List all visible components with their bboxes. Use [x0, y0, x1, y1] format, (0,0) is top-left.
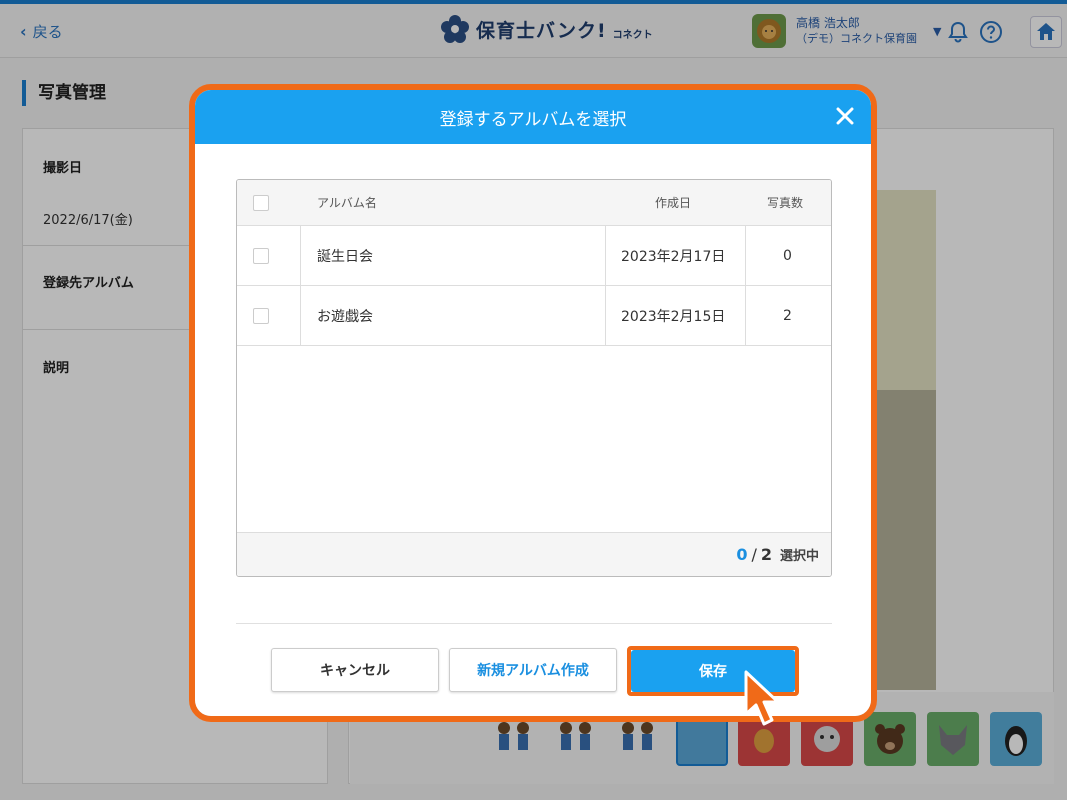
table-row[interactable]: お遊戯会 2023年2月15日 2: [237, 286, 831, 346]
table-row[interactable]: 誕生日会 2023年2月17日 0: [237, 226, 831, 286]
row-checkbox[interactable]: [253, 307, 269, 324]
album-created-date: 2023年2月15日: [621, 308, 726, 325]
album-photo-count: 2: [783, 307, 792, 324]
column-divider: [300, 286, 301, 345]
row-checkbox[interactable]: [253, 247, 269, 264]
column-divider: [745, 226, 746, 285]
column-divider: [605, 226, 606, 285]
select-all-checkbox[interactable]: [253, 194, 269, 211]
selection-counter: 0 / 2 選択中: [736, 545, 819, 564]
album-created-date: 2023年2月17日: [621, 248, 726, 265]
album-table: アルバム名 作成日 写真数 誕生日会 2023年2月17日 0 お遊戯会 202…: [236, 179, 832, 577]
album-photo-count: 0: [783, 247, 792, 264]
column-header-created: 作成日: [655, 196, 692, 210]
row-checkbox-cell: [253, 286, 283, 345]
table-footer: 0 / 2 選択中: [237, 532, 831, 576]
column-header-name: アルバム名: [317, 196, 377, 210]
selected-count: 0: [736, 545, 748, 564]
table-header: アルバム名 作成日 写真数: [237, 180, 831, 226]
divider: [236, 623, 832, 624]
column-divider: [605, 286, 606, 345]
pointer-cursor-icon: [744, 670, 780, 726]
dialog-header: 登録するアルバムを選択: [195, 90, 871, 144]
row-checkbox-cell: [253, 226, 283, 285]
total-count: 2: [760, 545, 772, 564]
close-icon: [836, 107, 854, 125]
cancel-button[interactable]: キャンセル: [271, 648, 439, 692]
album-name: お遊戯会: [317, 308, 373, 325]
selected-suffix: 選択中: [779, 549, 819, 564]
column-divider: [300, 226, 301, 285]
dialog-title: 登録するアルバムを選択: [439, 109, 627, 130]
album-select-dialog: 登録するアルバムを選択 アルバム名 作成日 写真数 誕生日会 2023年2月17…: [195, 90, 871, 716]
count-separator: /: [751, 545, 757, 564]
close-button[interactable]: [833, 104, 857, 128]
album-name: 誕生日会: [317, 248, 373, 265]
select-all-cell: [253, 180, 283, 225]
column-divider: [745, 286, 746, 345]
column-header-count: 写真数: [767, 196, 804, 210]
new-album-button[interactable]: 新規アルバム作成: [449, 648, 617, 692]
